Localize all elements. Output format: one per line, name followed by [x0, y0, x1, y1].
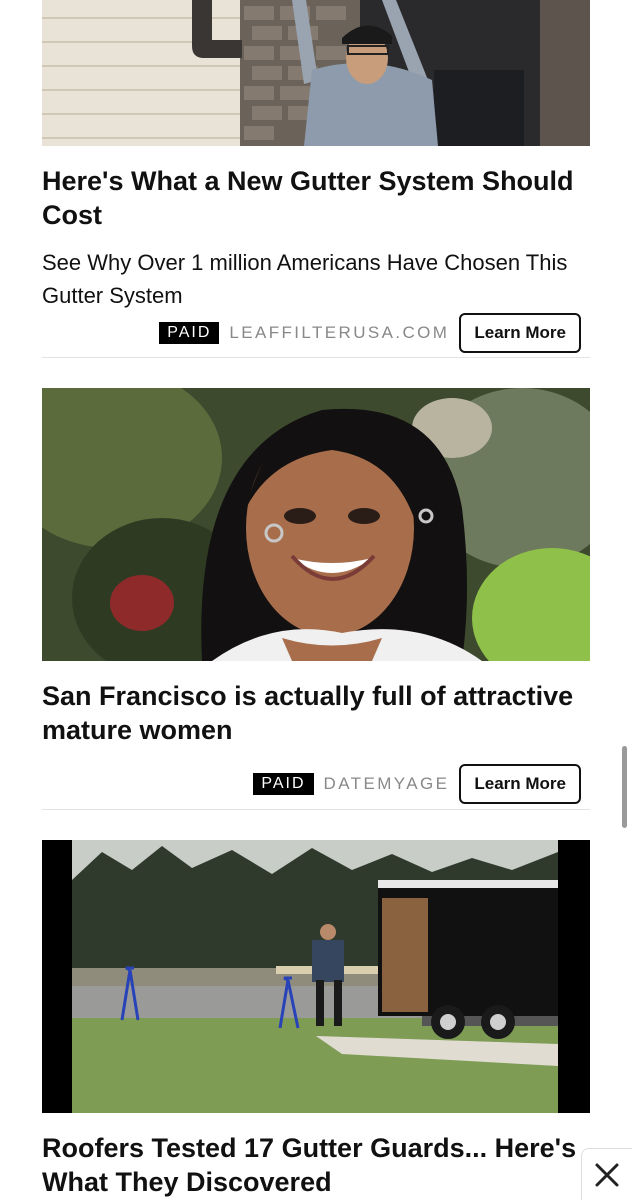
- ad-headline[interactable]: San Francisco is actually full of attrac…: [42, 679, 590, 747]
- ad-image-gutter-worker[interactable]: [42, 0, 590, 146]
- divider: [42, 809, 590, 810]
- ad-image-gutter-test-video[interactable]: [42, 840, 590, 1113]
- learn-more-button[interactable]: Learn More: [459, 764, 581, 804]
- sponsored-feed: Here's What a New Gutter System Should C…: [0, 0, 632, 1200]
- sponsor-name[interactable]: DATEMYAGE: [324, 774, 450, 794]
- ad-card-gutter-guards[interactable]: Roofers Tested 17 Gutter Guards... Here'…: [42, 840, 590, 1197]
- paid-badge: PAID: [159, 322, 220, 344]
- divider: [42, 357, 590, 358]
- scrollbar[interactable]: [622, 746, 627, 828]
- learn-more-button[interactable]: Learn More: [459, 313, 581, 353]
- sponsor-row: PAID DATEMYAGE Learn More: [253, 764, 581, 804]
- ad-description: See Why Over 1 million Americans Have Ch…: [42, 250, 568, 308]
- ad-headline[interactable]: Here's What a New Gutter System Should C…: [42, 164, 590, 232]
- sponsor-name[interactable]: LEAFFILTERUSA.COM: [229, 323, 449, 343]
- ad-headline[interactable]: Roofers Tested 17 Gutter Guards... Here'…: [42, 1131, 590, 1199]
- close-button[interactable]: [581, 1148, 632, 1200]
- ad-card-gutter-cost[interactable]: Here's What a New Gutter System Should C…: [42, 0, 590, 353]
- ad-card-dating[interactable]: San Francisco is actually full of attrac…: [42, 388, 590, 804]
- close-icon: [595, 1163, 619, 1187]
- sponsor-row: PAID LEAFFILTERUSA.COM Learn More: [159, 313, 581, 353]
- paid-badge: PAID: [253, 773, 314, 795]
- ad-image-smiling-woman[interactable]: [42, 388, 590, 661]
